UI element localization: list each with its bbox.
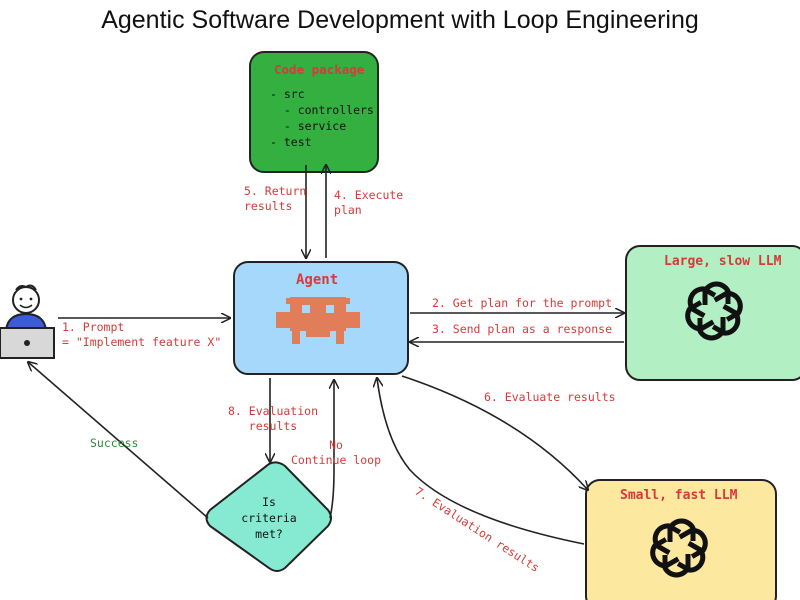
code-package-tree: - src - controllers - service - test [270, 86, 374, 150]
decision-line: Is [262, 495, 276, 509]
agent-title: Agent [296, 272, 339, 288]
edge-label-success: Success [90, 436, 139, 450]
edge-label-continue-loop: No Continue loop [290, 438, 382, 468]
label-line: 5. Return [244, 184, 307, 198]
edge-label-prompt: 1. Prompt = "Implement feature X" [62, 320, 221, 350]
label-line: No [329, 438, 343, 452]
tree-item: - src [270, 87, 305, 101]
edge-label-get-plan: 2. Get plan for the prompt [432, 296, 613, 310]
decision-text: Is criteria met? [229, 494, 309, 542]
label-line: plan [334, 203, 362, 217]
edge-label-return-results: 5. Return results [244, 184, 306, 214]
label-line: Continue loop [290, 453, 381, 467]
decision-line: criteria [241, 511, 297, 525]
label-line: 4. Execute [334, 188, 404, 202]
label-line: results [244, 199, 293, 213]
code-package-title: Code package [274, 62, 365, 77]
edge-label-execute-plan: 4. Execute plan [334, 188, 403, 218]
small-llm-title: Small, fast LLM [620, 488, 738, 503]
developer-laptop-icon [0, 284, 55, 359]
edge-label-send-plan: 3. Send plan as a response [432, 322, 613, 336]
label-line: results [248, 419, 298, 433]
label-line: = "Implement feature X" [62, 335, 222, 349]
edge-label-evaluation-results: 8. Evaluation results [228, 404, 318, 434]
label-line: 8. Evaluation [228, 404, 319, 418]
diagram-canvas [0, 51, 800, 600]
edge-label-evaluate-results: 6. Evaluate results [484, 390, 616, 404]
decision-line: met? [255, 527, 283, 541]
label-line: 1. Prompt [62, 320, 125, 334]
tree-item: - controllers [270, 103, 374, 117]
tree-item: - test [270, 135, 312, 149]
tree-item: - service [270, 119, 347, 133]
large-llm-title: Large, slow LLM [664, 254, 782, 269]
